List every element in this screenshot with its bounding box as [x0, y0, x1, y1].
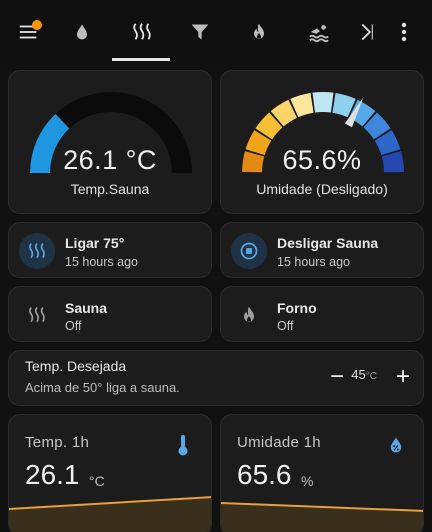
tab-pool[interactable]	[294, 0, 344, 64]
turn-on-title: Ligar 75°	[65, 235, 125, 251]
setpoint-card: Temp. Desejada Acima de 50° liga a sauna…	[8, 350, 424, 406]
humidity-gauge-label: Umidade (Desligado)	[256, 181, 388, 197]
humidity-sensor-unit: %	[301, 473, 314, 489]
button-card-turn-on[interactable]: Ligar 75° 15 hours ago	[8, 222, 212, 278]
humidity-sensor-value: 65.6	[237, 459, 292, 490]
more-vertical-icon	[401, 22, 407, 42]
menu-button[interactable]	[8, 0, 50, 64]
humidity-gauge-segment	[312, 92, 334, 113]
sensor-card-humidity[interactable]: Umidade 1h 65.6 %	[220, 414, 424, 532]
temp-gauge-label: Temp.Sauna	[70, 181, 150, 197]
temp-sensor-unit: °C	[89, 473, 105, 489]
sauna-tile-state: Off	[65, 319, 82, 333]
tab-filter[interactable]	[176, 0, 224, 64]
temp-history-sparkline	[9, 496, 211, 532]
tab-water[interactable]	[58, 0, 106, 64]
turn-off-last-triggered: 15 hours ago	[277, 255, 350, 269]
gauge-card-humidity[interactable]: 65.6% Umidade (Desligado)	[220, 70, 424, 214]
tabs-scroll-right-button[interactable]	[352, 0, 386, 64]
setpoint-number: 45	[351, 367, 366, 382]
tile-forno[interactable]: Forno Off	[220, 286, 424, 342]
overflow-menu-button[interactable]	[390, 0, 418, 64]
thermometer-icon	[178, 435, 188, 456]
button-card-turn-off[interactable]: Desligar Sauna 15 hours ago	[220, 222, 424, 278]
turn-off-icon-wrap	[231, 233, 267, 269]
forno-tile-title: Forno	[277, 300, 317, 316]
sauna-tile-icon-wrap	[19, 297, 55, 333]
active-tab-indicator	[112, 58, 170, 61]
heat-waves-icon	[133, 23, 151, 40]
setpoint-title: Temp. Desejada	[25, 358, 127, 374]
heat-waves-icon	[29, 243, 45, 259]
setpoint-unit: °C	[365, 371, 377, 382]
temp-sensor-name: Temp. 1h	[25, 434, 90, 451]
sauna-tile-title: Sauna	[65, 300, 108, 316]
fire-icon	[254, 23, 264, 40]
notification-badge	[32, 20, 42, 30]
turn-off-title: Desligar Sauna	[277, 235, 379, 251]
turn-on-icon-wrap	[19, 233, 55, 269]
heat-waves-icon	[29, 307, 45, 323]
chevron-right-icon	[361, 23, 373, 41]
tile-sauna[interactable]: Sauna Off	[8, 286, 212, 342]
setpoint-value: 45°C	[351, 367, 377, 382]
gauge-card-temp[interactable]: 26.1 °C Temp.Sauna	[8, 70, 212, 214]
increase-button[interactable]: +	[389, 351, 417, 403]
stop-circle-icon	[240, 242, 258, 260]
decrease-button[interactable]: −	[323, 351, 351, 403]
tab-fire[interactable]	[234, 0, 284, 64]
tab-sauna[interactable]	[116, 0, 168, 64]
temp-gauge-value: 26.1 °C	[63, 145, 157, 175]
filter-icon	[191, 24, 209, 40]
sensor-card-temp[interactable]: Temp. 1h 26.1 °C	[8, 414, 212, 532]
swimmer-icon	[309, 25, 329, 43]
humidity-gauge-value: 65.6%	[282, 145, 362, 175]
humidity-history-sparkline	[221, 502, 423, 532]
forno-tile-state: Off	[277, 319, 294, 333]
humidity-sensor-name: Umidade 1h	[237, 434, 321, 451]
water-percent-icon	[390, 437, 402, 453]
top-toolbar	[0, 0, 432, 64]
fire-icon	[244, 306, 254, 323]
water-drop-icon	[77, 24, 87, 40]
turn-on-last-triggered: 15 hours ago	[65, 255, 138, 269]
temp-sensor-value: 26.1	[25, 459, 80, 490]
forno-tile-icon-wrap	[231, 297, 267, 333]
setpoint-subtitle: Acima de 50° liga a sauna.	[25, 380, 180, 395]
